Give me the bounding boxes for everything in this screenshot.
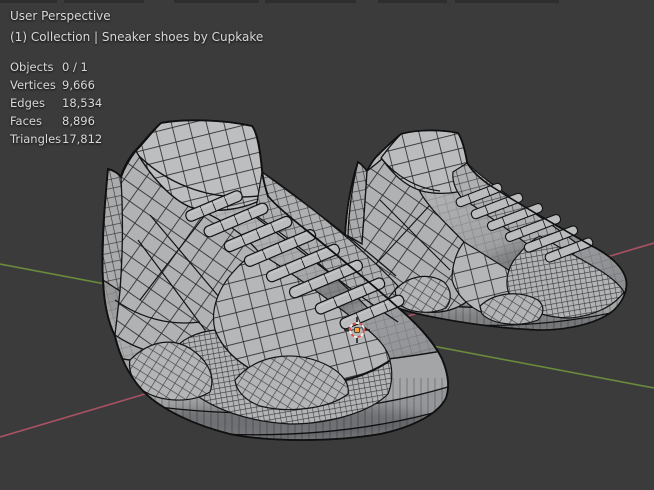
stats-row-vertices: Vertices 9,666 xyxy=(10,76,102,94)
stats-value: 18,534 xyxy=(62,94,102,112)
stats-label: Triangles xyxy=(10,130,62,148)
stats-row-faces: Faces 8,896 xyxy=(10,112,102,130)
blender-3d-viewport[interactable]: User Perspective (1) Collection | Sneake… xyxy=(0,0,654,490)
collection-breadcrumb: (1) Collection | Sneaker shoes by Cupkak… xyxy=(10,30,263,44)
scene-statistics: Objects 0 / 1 Vertices 9,666 Edges 18,53… xyxy=(10,58,102,148)
stats-label: Vertices xyxy=(10,76,62,94)
stats-label: Objects xyxy=(10,58,62,76)
stats-value: 8,896 xyxy=(62,112,95,130)
origin-point-dot xyxy=(355,328,360,333)
stats-row-edges: Edges 18,534 xyxy=(10,94,102,112)
view-name-label: User Perspective xyxy=(10,9,111,23)
stats-value: 0 / 1 xyxy=(62,58,88,76)
stats-label: Faces xyxy=(10,112,62,130)
stats-row-objects: Objects 0 / 1 xyxy=(10,58,102,76)
stats-value: 17,812 xyxy=(62,130,102,148)
stats-row-triangles: Triangles 17,812 xyxy=(10,130,102,148)
stats-label: Edges xyxy=(10,94,62,112)
stats-value: 9,666 xyxy=(62,76,95,94)
